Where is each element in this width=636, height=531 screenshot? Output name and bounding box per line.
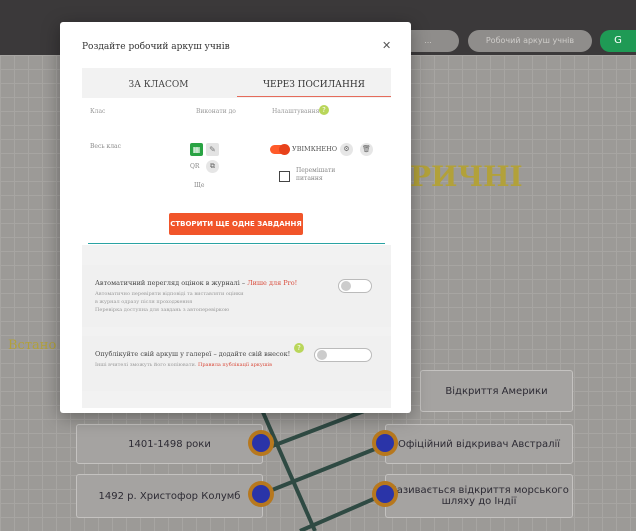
- shuffle-label: Перемішати питання: [296, 167, 336, 182]
- create-another-assignment-button[interactable]: СТВОРИТИ ЩЕ ОДНЕ ЗАВДАННЯ: [169, 213, 303, 235]
- tab-by-link[interactable]: ЧЕРЕЗ ПОСИЛАННЯ: [237, 74, 391, 97]
- link-icon[interactable]: ✎: [206, 143, 219, 156]
- option-title: Автоматичний перегляд оцінок в журналі –…: [95, 279, 298, 287]
- toggle-label: УВІМКНЕНО: [292, 145, 338, 153]
- match-dot[interactable]: [252, 485, 270, 503]
- option-description: Інші вчителі зможуть його копіювати. Пра…: [95, 362, 272, 368]
- qr-code-icon[interactable]: ▦: [190, 143, 203, 156]
- shuffle-checkbox[interactable]: [279, 171, 290, 182]
- match-dot[interactable]: [376, 485, 394, 503]
- right-card-3[interactable]: Називається відкриття морського шляху до…: [385, 474, 573, 518]
- help-icon[interactable]: ?: [319, 105, 329, 115]
- publish-toggle[interactable]: [314, 348, 372, 362]
- qr-label: QR: [190, 163, 200, 170]
- column-header-settings: Налаштування: [272, 108, 320, 115]
- match-dot[interactable]: [252, 434, 270, 452]
- extra-label: Ще: [194, 182, 205, 189]
- close-icon[interactable]: ✕: [382, 39, 391, 52]
- left-card-2[interactable]: 1492 р. Христофор Колумб: [76, 474, 263, 518]
- column-header-class: Клас: [90, 108, 106, 115]
- enabled-toggle[interactable]: [270, 144, 290, 155]
- assign-panel: ЗА КЛАСОМ ЧЕРЕЗ ПОСИЛАННЯ Клас Виконати …: [82, 68, 391, 408]
- option-description: Автоматично перевіряти відповіді та вист…: [95, 291, 244, 313]
- auto-grade-toggle[interactable]: [338, 279, 372, 293]
- row-class-name: Весь клас: [90, 143, 121, 150]
- tab-by-class[interactable]: ЗА КЛАСОМ: [82, 74, 235, 96]
- auto-grade-option: Автоматичний перегляд оцінок в журналі –…: [82, 265, 391, 327]
- right-card-1[interactable]: Відкриття Америки: [420, 370, 573, 412]
- match-dot[interactable]: [376, 434, 394, 452]
- help-icon[interactable]: ?: [294, 343, 304, 353]
- assign-worksheet-modal: Роздайте робочий аркуш учнів ✕ ЗА КЛАСОМ…: [60, 22, 411, 413]
- modal-title: Роздайте робочий аркуш учнів: [82, 42, 230, 52]
- settings-icon[interactable]: ⚙: [340, 143, 353, 156]
- publish-rules-link[interactable]: Правила публікації аркушів: [198, 362, 272, 368]
- copy-icon[interactable]: ⧉: [206, 160, 219, 173]
- column-header-due: Виконати до: [196, 108, 236, 115]
- publish-option: Опублікуйте свій аркуш у галереї – додай…: [82, 336, 391, 391]
- right-card-2[interactable]: Офіційний відкривач Австралії: [385, 424, 573, 464]
- left-card-1[interactable]: 1401-1498 роки: [76, 424, 263, 464]
- pro-badge: Лише для Pro!: [247, 279, 298, 287]
- divider: [88, 243, 385, 244]
- option-title: Опублікуйте свій аркуш у галереї – додай…: [95, 350, 291, 358]
- delete-icon[interactable]: 🗑: [360, 143, 373, 156]
